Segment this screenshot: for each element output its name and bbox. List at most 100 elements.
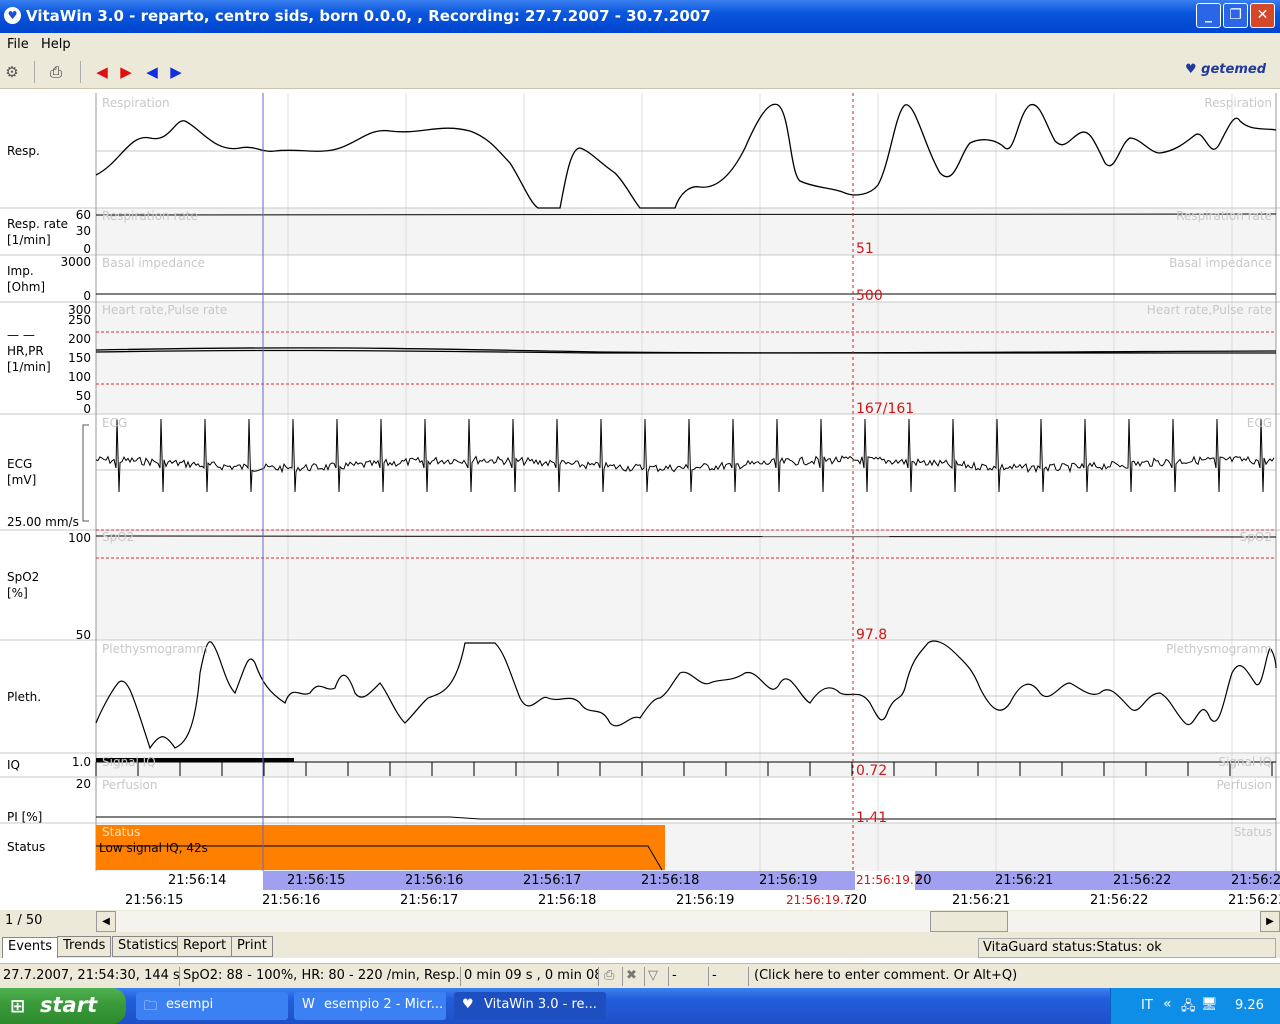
spo2-title-right: SpO2 bbox=[1239, 530, 1272, 544]
alarm-limits: SpO2: 88 - 100%, HR: 80 - 220 /min, Resp… bbox=[180, 967, 461, 986]
time-label: 21:56:23 bbox=[1228, 893, 1280, 908]
ecg-label: ECG [mV] bbox=[7, 457, 37, 487]
task-label: esempi bbox=[166, 997, 214, 1012]
toolbar-divider bbox=[34, 61, 35, 83]
tick: 3000 bbox=[60, 255, 91, 269]
taskbar: ⊞ start 🗀 esempi Wesempio 2 - Micr... ♥ Vit… bbox=[0, 988, 1280, 1024]
status-title-right: Status bbox=[1233, 825, 1272, 839]
settings-icon[interactable]: ⚙ bbox=[2, 62, 22, 82]
minimize-button[interactable]: _ bbox=[1196, 3, 1221, 28]
taskbar-item-word[interactable]: Wesempio 2 - Micr... bbox=[294, 992, 446, 1020]
status-bar: 27.7.2007, 21:54:30, 144 s SpO2: 88 - 10… bbox=[0, 963, 1280, 988]
start-label: start bbox=[40, 993, 98, 1017]
time-label: 21:56:19 bbox=[676, 893, 735, 908]
iq-band bbox=[96, 753, 1276, 777]
app-heart-icon: ♥ bbox=[4, 7, 21, 24]
taskbar-item-vitawin[interactable]: ♥ VitaWin 3.0 - re... bbox=[454, 992, 606, 1020]
heart-logo-icon: ♥ bbox=[1184, 62, 1202, 77]
time-label: 21:56:14 bbox=[168, 873, 227, 888]
status-label: Status bbox=[7, 840, 46, 854]
display-icon[interactable]: 🖥 bbox=[1201, 997, 1218, 1012]
iq-title-right: Signal IQ bbox=[1218, 755, 1272, 769]
scroll-row: 1 / 50 ◀ ▶ bbox=[0, 910, 1280, 934]
print-icon[interactable]: ⎙ bbox=[46, 62, 66, 82]
tab-trends[interactable]: Trends bbox=[57, 936, 112, 957]
tab-bar: Events Trends Statistics Report Print Vi… bbox=[0, 934, 1280, 958]
delete-icon[interactable]: ✖ bbox=[623, 967, 645, 986]
scroll-track[interactable] bbox=[116, 911, 1260, 932]
tick: 100 bbox=[68, 370, 91, 384]
tick: 60 bbox=[75, 208, 91, 222]
pi-value: 1.41 bbox=[856, 810, 888, 826]
taskbar-item-esempi[interactable]: 🗀 esempi bbox=[136, 992, 288, 1020]
spo2-label: SpO2 [%] bbox=[7, 570, 40, 600]
page-indicator: 1 / 50 bbox=[5, 913, 43, 928]
detail-timeline[interactable] bbox=[0, 891, 1280, 910]
tick: 50 bbox=[75, 389, 91, 403]
maximize-button[interactable]: ❐ bbox=[1223, 3, 1248, 28]
field-1: - bbox=[669, 967, 709, 986]
menu-file[interactable]: File bbox=[7, 37, 29, 52]
tick: 150 bbox=[68, 351, 91, 365]
pi-title: Perfusion bbox=[102, 778, 158, 792]
time-label: 21:56:2 bbox=[1231, 873, 1280, 888]
tick: 1.0 bbox=[71, 755, 91, 769]
heart-icon: ♥ bbox=[462, 997, 474, 1012]
toolbar: ⚙ ⎙ ◀ ▶ ◀ ▶ ♥ getemed bbox=[0, 55, 1280, 89]
time-label: 21:56:18 bbox=[641, 873, 700, 888]
impedance-value: 500 bbox=[856, 288, 883, 304]
time-label: 21:56:15 bbox=[125, 893, 184, 908]
language-indicator[interactable]: IT bbox=[1141, 998, 1153, 1013]
start-button[interactable]: ⊞ start bbox=[0, 988, 126, 1024]
time-label: 21:56:18 bbox=[538, 893, 597, 908]
tick: 0 bbox=[83, 289, 91, 303]
time-label: 21:56:22 bbox=[1090, 893, 1149, 908]
ecg-speed: 25.00 mm/s bbox=[7, 515, 79, 529]
prev-red-arrow-icon[interactable]: ◀ bbox=[92, 62, 112, 82]
time-label: 21:56:21 bbox=[995, 873, 1054, 888]
status-title: Status bbox=[102, 825, 141, 839]
filter-icon[interactable]: ▽ bbox=[645, 967, 669, 986]
pleth-title-right: Plethysmogramm bbox=[1166, 642, 1272, 656]
menu-help[interactable]: Help bbox=[41, 37, 71, 52]
time-label: 21:56:22 bbox=[1113, 873, 1172, 888]
spo2-band bbox=[96, 530, 1276, 640]
time-label: 21:56:16 bbox=[405, 873, 464, 888]
resp-rate-title-right: Respiration rate bbox=[1176, 209, 1272, 223]
tab-print[interactable]: Print bbox=[231, 936, 273, 957]
tick: 200 bbox=[68, 332, 91, 346]
impedance-title: Basal impedance bbox=[102, 256, 205, 270]
network-icon[interactable]: 🖧 bbox=[1181, 997, 1196, 1019]
tab-statistics[interactable]: Statistics bbox=[112, 936, 184, 957]
spo2-value: 97.8 bbox=[856, 627, 888, 643]
recording-info: 27.7.2007, 21:54:30, 144 s bbox=[0, 967, 180, 986]
resp-title-right: Respiration bbox=[1204, 96, 1272, 110]
tick: 50 bbox=[75, 628, 91, 642]
next-blue-arrow-icon[interactable]: ▶ bbox=[166, 62, 186, 82]
tray-chevron-icon[interactable]: « bbox=[1163, 996, 1172, 1012]
tab-report[interactable]: Report bbox=[177, 936, 233, 957]
tick: 0 bbox=[83, 242, 91, 256]
prev-blue-arrow-icon[interactable]: ◀ bbox=[142, 62, 162, 82]
title-bar: ♥ VitaWin 3.0 - reparto, centro sids, bo… bbox=[0, 0, 1280, 33]
resp-label: Resp. bbox=[7, 144, 40, 158]
vitaguard-status: VitaGuard status:Status: ok bbox=[978, 938, 1276, 958]
iq-value: 0.72 bbox=[856, 763, 888, 779]
next-red-arrow-icon[interactable]: ▶ bbox=[116, 62, 136, 82]
resp-title: Respiration bbox=[102, 96, 170, 110]
scroll-thumb[interactable] bbox=[930, 911, 1008, 932]
tick: 100 bbox=[68, 531, 91, 545]
cursor-time-label: 21:56:19.7 bbox=[856, 873, 922, 887]
time-label: 21:56:21 bbox=[952, 893, 1011, 908]
tab-events[interactable]: Events bbox=[2, 937, 59, 958]
close-button[interactable]: ✕ bbox=[1250, 3, 1275, 28]
tick: 0 bbox=[83, 402, 91, 416]
comment-field[interactable]: (Click here to enter comment. Or Alt+Q) bbox=[751, 967, 1280, 986]
hr-title: Heart rate,Pulse rate bbox=[102, 303, 228, 317]
print-icon[interactable]: ⎙ bbox=[601, 967, 623, 986]
scroll-left-button[interactable]: ◀ bbox=[96, 911, 116, 932]
clock: 9.26 bbox=[1235, 998, 1264, 1013]
impedance-title-right: Basal impedance bbox=[1169, 256, 1272, 270]
scroll-right-button[interactable]: ▶ bbox=[1260, 911, 1280, 932]
spo2-title: SpO2 bbox=[102, 530, 135, 544]
